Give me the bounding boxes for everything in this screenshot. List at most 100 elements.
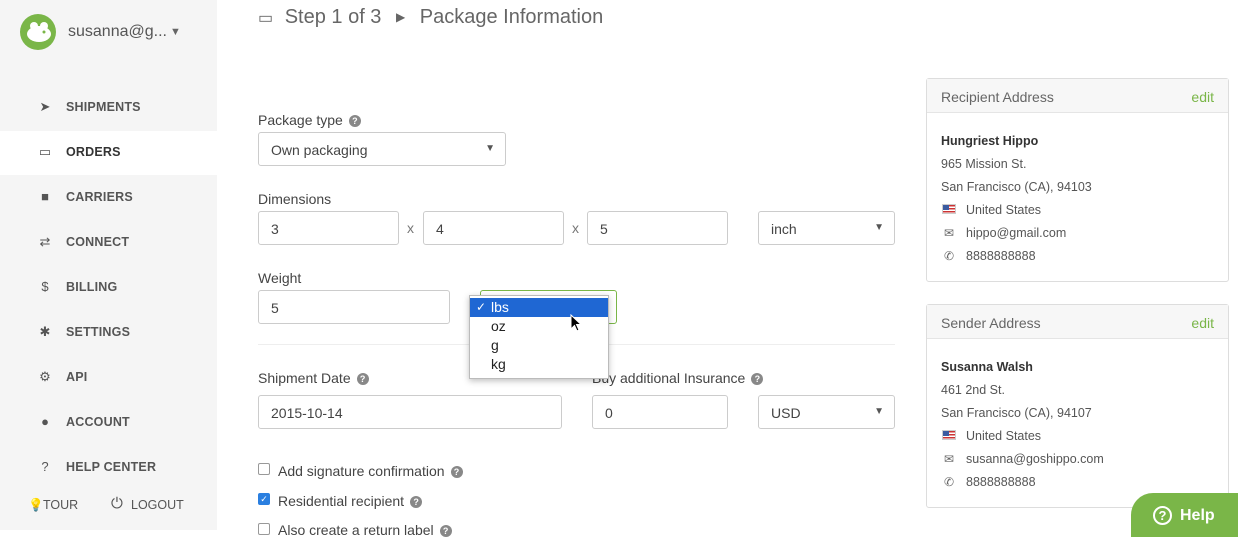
dollar-icon: $	[41, 279, 49, 294]
nav-orders[interactable]: ▭ ORDERS	[0, 131, 217, 175]
question-icon: ?	[41, 459, 49, 474]
recipient-name: Hungriest Hippo	[941, 134, 1039, 148]
option-kg[interactable]: kg	[470, 355, 608, 374]
nav-settings[interactable]: ✱ SETTINGS	[0, 311, 217, 355]
nav-label: ORDERS	[66, 145, 121, 159]
nav-carriers[interactable]: ■ CARRIERS	[0, 176, 217, 220]
inbox-icon: ▭	[38, 144, 52, 159]
nav-label: API	[66, 370, 88, 384]
dimension-unit-value: inch	[771, 221, 797, 237]
option-label: oz	[491, 318, 506, 334]
height-input[interactable]: 5	[587, 211, 728, 245]
inbox-icon: ▭	[258, 10, 274, 27]
power-icon[interactable]: ⏻	[111, 495, 123, 512]
paper-plane-icon: ➤	[39, 99, 51, 114]
us-flag-icon	[942, 204, 956, 214]
nav-shipments[interactable]: ➤ SHIPMENTS	[0, 86, 217, 130]
mouse-cursor-icon	[570, 314, 582, 332]
help-icon[interactable]: ?	[450, 466, 463, 478]
return-label-checkbox[interactable]	[258, 523, 270, 535]
card-header: Sender Address edit	[927, 305, 1228, 339]
length-input[interactable]: 3	[258, 211, 399, 245]
dimension-separator: x	[572, 220, 579, 236]
nav-connect[interactable]: ⇄ CONNECT	[0, 221, 217, 265]
sender-city: San Francisco (CA), 94107	[941, 406, 1092, 420]
sender-email: susanna@goshippo.com	[966, 452, 1104, 466]
edit-sender-link[interactable]: edit	[1191, 315, 1214, 331]
lightbulb-icon[interactable]: 💡	[28, 498, 44, 513]
step-indicator: Step 1 of 3	[284, 6, 382, 28]
currency-select[interactable]: USD ▼	[758, 395, 895, 429]
card-header: Recipient Address edit	[927, 79, 1228, 113]
width-input[interactable]: 4	[423, 211, 564, 245]
recipient-phone: 8888888888	[966, 249, 1036, 263]
recipient-street: 965 Mission St.	[941, 157, 1027, 171]
envelope-icon: ✉	[943, 226, 955, 240]
insurance-label: Buy additional Insurance?	[592, 370, 764, 386]
package-type-label: Package type?	[258, 112, 361, 128]
residential-checkbox[interactable]: ✓	[258, 493, 270, 505]
shipment-date-label: Shipment Date?	[258, 370, 369, 386]
option-oz[interactable]: oz	[470, 317, 608, 336]
user-menu[interactable]: susanna@g...	[68, 23, 167, 41]
chevron-down-icon: ▼	[485, 143, 495, 154]
sidebar: susanna@g... ▼ ➤ SHIPMENTS ▭ ORDERS ■ CA…	[0, 0, 217, 530]
option-lbs[interactable]: ✓ lbs	[470, 298, 608, 317]
check-icon: ✓	[476, 300, 487, 314]
nav-account[interactable]: ● ACCOUNT	[0, 401, 217, 445]
help-icon[interactable]: ?	[410, 496, 423, 508]
help-icon[interactable]: ?	[751, 373, 764, 385]
nav-api[interactable]: ⚙ API	[0, 356, 217, 400]
option-label: g	[491, 337, 499, 353]
us-flag-icon	[942, 430, 956, 440]
page-title: Package Information	[419, 6, 604, 28]
hippo-logo-icon[interactable]	[20, 14, 56, 50]
help-icon[interactable]: ?	[348, 115, 361, 127]
dimension-unit-select[interactable]: inch ▼	[758, 211, 895, 245]
phone-icon: ✆	[943, 249, 955, 263]
phone-icon: ✆	[943, 475, 955, 489]
package-type-select[interactable]: Own packaging ▼	[258, 132, 506, 166]
card-title: Sender Address	[941, 315, 1041, 331]
sender-country: United States	[966, 429, 1042, 443]
dimension-separator: x	[407, 220, 414, 236]
chevron-down-icon[interactable]: ▼	[170, 26, 181, 38]
nav-help-center[interactable]: ? HELP CENTER	[0, 446, 217, 490]
caret-right-icon: ▶	[396, 10, 406, 24]
residential-label: Residential recipient?	[278, 493, 423, 509]
currency-value: USD	[771, 405, 801, 421]
gears-icon: ⚙	[39, 369, 51, 384]
sender-phone: 8888888888	[966, 475, 1036, 489]
recipient-email: hippo@gmail.com	[966, 226, 1067, 240]
exchange-icon: ⇄	[39, 234, 51, 249]
tour-link[interactable]: TOUR	[43, 498, 78, 512]
option-label: lbs	[491, 299, 509, 315]
logout-link[interactable]: LOGOUT	[131, 498, 184, 512]
nav-label: BILLING	[66, 280, 118, 294]
help-button-label: Help	[1180, 507, 1215, 524]
recipient-address-card: Recipient Address edit Hungriest Hippo 9…	[926, 78, 1229, 282]
nav-label: SHIPMENTS	[66, 100, 141, 114]
help-icon[interactable]: ?	[439, 525, 452, 537]
return-label-label: Also create a return label?	[278, 522, 452, 538]
nav-label: CONNECT	[66, 235, 130, 249]
dimensions-label: Dimensions	[258, 191, 332, 207]
weight-label: Weight	[258, 270, 302, 286]
nav-billing[interactable]: $ BILLING	[0, 266, 217, 310]
sender-name: Susanna Walsh	[941, 360, 1033, 374]
help-icon[interactable]: ?	[356, 373, 369, 385]
help-button[interactable]: ? Help	[1131, 493, 1238, 537]
edit-recipient-link[interactable]: edit	[1191, 89, 1214, 105]
question-icon: ?	[1153, 506, 1172, 525]
recipient-country: United States	[966, 203, 1042, 217]
shipment-date-input[interactable]: 2015-10-14	[258, 395, 562, 429]
option-g[interactable]: g	[470, 336, 608, 355]
nav-label: ACCOUNT	[66, 415, 130, 429]
card-title: Recipient Address	[941, 89, 1054, 105]
weight-input[interactable]: 5	[258, 290, 450, 324]
truck-icon: ■	[41, 189, 49, 204]
insurance-input[interactable]: 0	[592, 395, 728, 429]
signature-checkbox[interactable]	[258, 463, 270, 475]
envelope-icon: ✉	[943, 452, 955, 466]
nav-label: HELP CENTER	[66, 460, 157, 474]
